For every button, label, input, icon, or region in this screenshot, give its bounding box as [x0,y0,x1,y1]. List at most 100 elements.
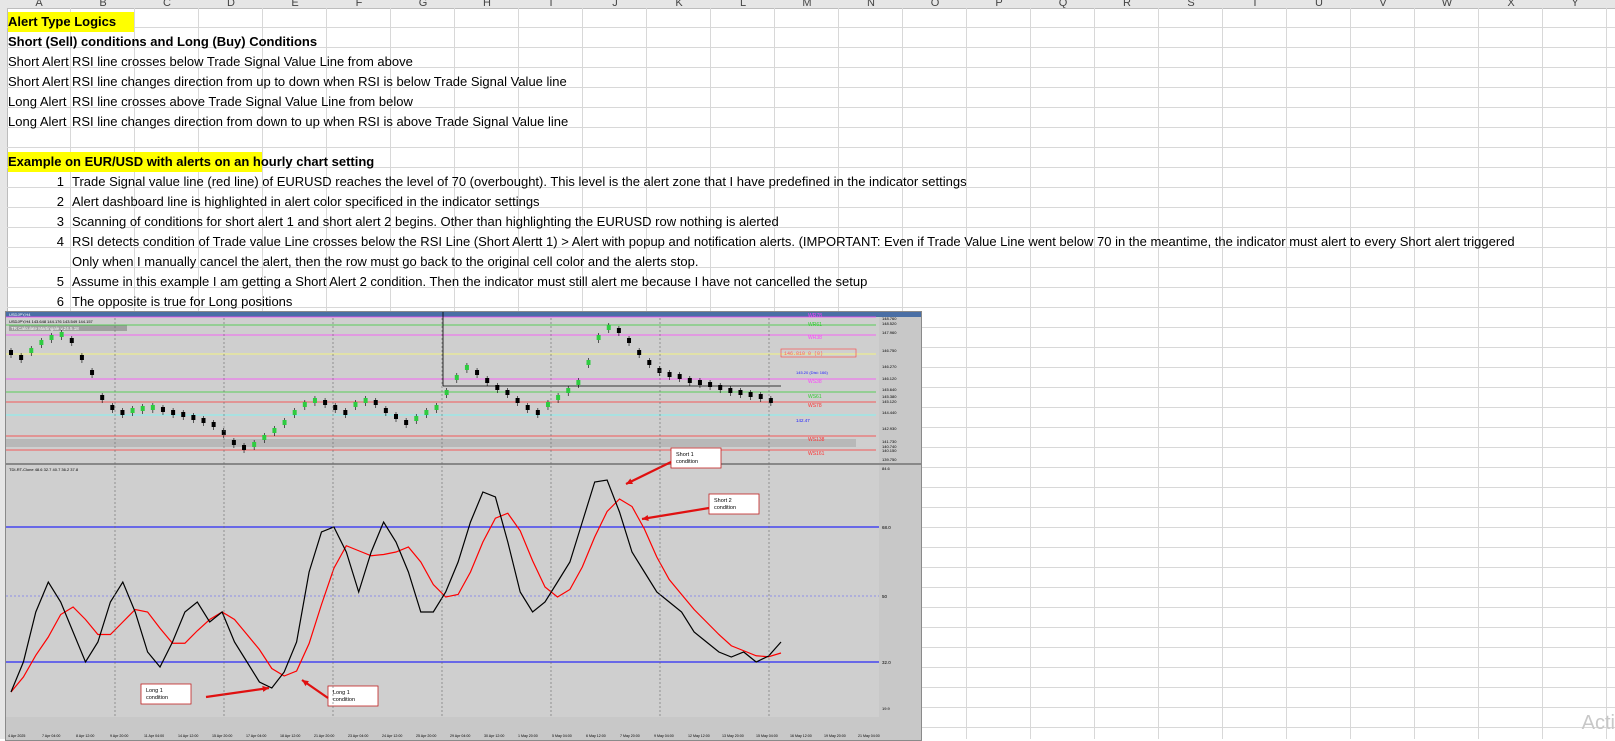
candle-body [19,355,24,360]
candle-body [556,395,561,400]
candle-body [728,388,733,393]
level-label: WR78 [808,313,822,319]
condition-text[interactable]: RSI line changes direction from down to … [72,112,568,132]
level-label: WS161 [808,451,825,457]
short2-callout-text: condition [714,505,736,511]
long1b-callout-text: Long 1 [333,690,350,696]
quote-label: USDJPY,H4 143.648 144.176 143.549 144.15… [9,319,94,324]
osc-top-label: 84.6 [882,466,891,471]
step-number[interactable]: 1 [8,172,64,192]
price-scale-label: 144.440 [882,410,897,415]
date-axis-label: 19 May 20:00 [824,734,846,738]
candle-body [252,442,257,447]
candle-body [242,445,247,450]
step-text[interactable]: Assume in this example I am getting a Sh… [72,272,867,292]
osc-level-label: 68.0 [882,525,891,530]
sheet-subtitle[interactable]: Short (Sell) conditions and Long (Buy) C… [8,32,317,52]
level-label: WR38 [808,335,822,341]
candle-body [323,400,328,405]
candle-body [231,440,236,445]
embedded-chart-image[interactable]: USDJPY,H4 USDJPY,H4 143.648 144.176 143.… [5,311,922,741]
long1b-callout-box [327,685,379,707]
price-scale-label: 146.750 [882,348,897,353]
candle-body [201,418,206,423]
date-axis-label: 5 May 04:00 [552,734,572,738]
step-text[interactable]: Only when I manually cancel the alert, t… [72,252,699,272]
candle-body [211,422,216,427]
long1a-callout-text: condition [146,695,168,701]
sheet-title[interactable]: Alert Type Logics [8,12,134,32]
candle-body [120,410,125,415]
candle-body [110,405,115,410]
candle-body [363,398,368,403]
date-axis-label: 29 Apr 04:00 [450,734,470,738]
date-axis-label: 30 Apr 12:00 [484,734,504,738]
short1-callout-text: Short 1 [676,452,694,458]
date-axis-label: 13 May 20:00 [722,734,744,738]
step-text[interactable]: Scanning of conditions for short alert 1… [72,212,779,232]
price-scale-label: 139.750 [882,457,897,462]
condition-type[interactable]: Long Alert [8,92,70,112]
step-number[interactable]: 5 [8,272,64,292]
candle-body [140,406,145,411]
step-text[interactable]: Alert dashboard line is highlighted in a… [72,192,540,212]
candle-body [515,398,520,403]
candle-body [373,400,378,405]
date-axis-label: 11 Apr 04:00 [144,734,164,738]
condition-type[interactable]: Long Alert [8,112,70,132]
activation-watermark: Acti [1581,712,1615,734]
level-label: WS138 [808,437,825,443]
candle-body [697,380,702,385]
price-box-label: 146.810 0 (0) [784,351,823,357]
candle-body [606,325,611,330]
condition-type[interactable]: Short Alert [8,72,70,92]
date-axis-label: 9 May 04:00 [654,734,674,738]
candle-body [464,365,469,370]
candle-body [576,380,581,385]
candle-body [29,348,34,353]
candle-body [59,332,64,337]
candle-body [444,390,449,395]
low-label: 142.47 [796,418,810,423]
level-label: WR61 [808,322,822,328]
date-axis-label: 7 May 20:00 [620,734,640,738]
step-number[interactable] [8,252,64,272]
condition-text[interactable]: RSI line crosses below Trade Signal Valu… [72,52,413,72]
date-axis-label: 16 May 12:00 [790,734,812,738]
step-number[interactable]: 3 [8,212,64,232]
candle-body [687,378,692,383]
date-axis-label: 21 May 04:00 [858,734,880,738]
chart-canvas: USDJPY,H4 USDJPY,H4 143.648 144.176 143.… [6,312,921,738]
candle-body [9,350,13,355]
osc-level-label: 50 [882,594,888,599]
candle-body [292,410,297,415]
step-text[interactable]: The opposite is true for Long positions [72,292,292,312]
candle-body [191,415,196,420]
candle-body [181,412,186,417]
condition-text[interactable]: RSI line changes direction from up to do… [72,72,567,92]
candle-body [677,374,682,379]
candle-body [414,416,419,421]
step-text[interactable]: Trade Signal value line (red line) of EU… [72,172,967,192]
indicator-tag: TR Calculate Martingale v.24.5.18 [11,326,79,331]
example-heading[interactable]: Example on EUR/USD with alerts on an hou… [8,152,374,172]
date-axis-label: 12 May 12:00 [688,734,710,738]
date-axis-label: 7 Apr 04:00 [42,734,60,738]
step-number[interactable]: 6 [8,292,64,312]
condition-type[interactable]: Short Alert [8,52,70,72]
step-number[interactable]: 2 [8,192,64,212]
date-axis-label: 9 Apr 20:00 [110,734,128,738]
candle-body [535,410,540,415]
step-text[interactable]: RSI detects condition of Trade value Lin… [72,232,1515,252]
candle-body [545,402,550,407]
candle-body [69,338,74,343]
date-axis-label: 23 Apr 04:00 [348,734,368,738]
long1a-callout-box [140,683,192,705]
candle-body [49,335,54,340]
candle-body [525,405,530,410]
step-number[interactable]: 4 [8,232,64,252]
panel-divider [6,463,921,465]
candle-body [758,394,763,399]
candle-body [475,370,480,375]
condition-text[interactable]: RSI line crosses above Trade Signal Valu… [72,92,413,112]
